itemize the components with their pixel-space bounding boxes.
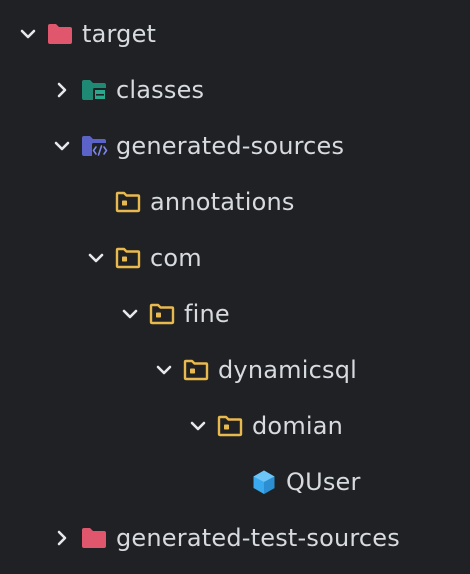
class-cube-icon (250, 469, 278, 495)
package-folder-icon (216, 413, 244, 439)
tree-item-com[interactable]: com (0, 230, 470, 286)
tree-item-target[interactable]: target (0, 6, 470, 62)
project-tree: target classes generated-sources annotat… (0, 0, 470, 574)
folder-red-icon (80, 525, 108, 551)
tree-item-classes[interactable]: classes (0, 62, 470, 118)
chevron-down-icon[interactable] (16, 22, 40, 46)
tree-item-label: generated-test-sources (116, 524, 400, 552)
folder-purple-source-icon (80, 133, 108, 159)
tree-item-label: annotations (150, 188, 295, 216)
tree-item-label: fine (184, 300, 230, 328)
chevron-down-icon[interactable] (152, 358, 176, 382)
tree-item-domian[interactable]: domian (0, 398, 470, 454)
tree-item-label: dynamicsql (218, 356, 358, 384)
tree-item-label: com (150, 244, 202, 272)
tree-item-generated-sources[interactable]: generated-sources (0, 118, 470, 174)
folder-teal-output-icon (80, 77, 108, 103)
tree-item-label: domian (252, 412, 344, 440)
chevron-down-icon[interactable] (186, 414, 210, 438)
chevron-right-icon[interactable] (50, 526, 74, 550)
tree-item-label: target (82, 20, 157, 48)
tree-item-label: generated-sources (116, 132, 345, 160)
tree-item-label: classes (116, 76, 205, 104)
chevron-down-icon[interactable] (84, 246, 108, 270)
chevron-down-icon[interactable] (118, 302, 142, 326)
package-folder-icon (182, 357, 210, 383)
package-folder-icon (114, 245, 142, 271)
tree-item-generated-test-sources[interactable]: generated-test-sources (0, 510, 470, 566)
chevron-down-icon[interactable] (50, 134, 74, 158)
package-folder-icon (114, 189, 142, 215)
tree-item-annotations[interactable]: annotations (0, 174, 470, 230)
package-folder-icon (148, 301, 176, 327)
tree-item-fine[interactable]: fine (0, 286, 470, 342)
tree-item-quser[interactable]: QUser (0, 454, 470, 510)
tree-item-dynamicsql[interactable]: dynamicsql (0, 342, 470, 398)
chevron-right-icon[interactable] (50, 78, 74, 102)
tree-item-label: QUser (286, 468, 361, 496)
folder-red-icon (46, 21, 74, 47)
